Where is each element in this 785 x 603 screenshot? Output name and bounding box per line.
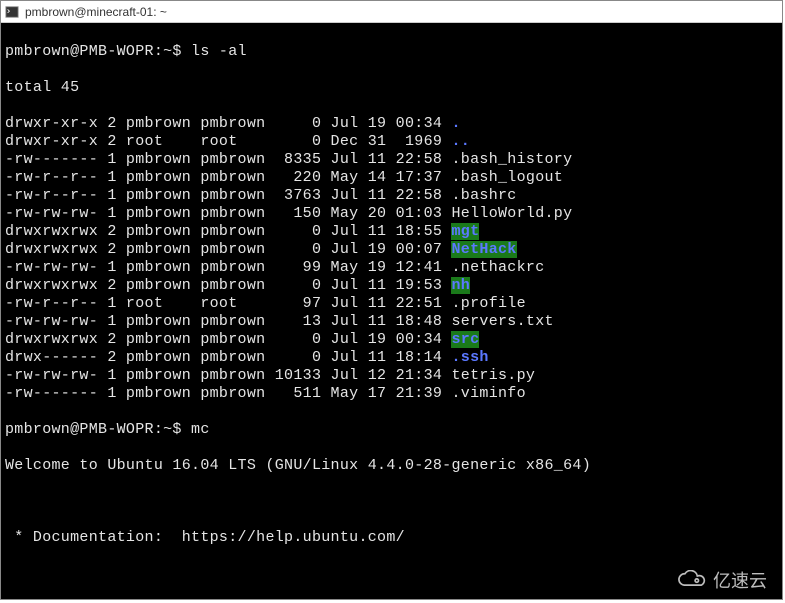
list-item: drwxrwxrwx 2 pmbrown pmbrown 0 Jul 11 18…	[5, 223, 778, 241]
file-meta: drwxrwxrwx 2 pmbrown pmbrown 0 Jul 19 00…	[5, 241, 451, 258]
list-item: -rw-rw-rw- 1 pmbrown pmbrown 10133 Jul 1…	[5, 367, 778, 385]
file-meta: drwxrwxrwx 2 pmbrown pmbrown 0 Jul 11 19…	[5, 277, 451, 294]
list-item: -rw-r--r-- 1 root root 97 Jul 11 22:51 .…	[5, 295, 778, 313]
file-meta: drwxr-xr-x 2 root root 0 Dec 31 1969	[5, 133, 451, 150]
blank-line	[5, 565, 778, 583]
list-item: -rw------- 1 pmbrown pmbrown 511 May 17 …	[5, 385, 778, 403]
motd-welcome: Welcome to Ubuntu 16.04 LTS (GNU/Linux 4…	[5, 457, 778, 475]
list-item: -rw-r--r-- 1 pmbrown pmbrown 3763 Jul 11…	[5, 187, 778, 205]
file-name: ..	[451, 133, 470, 150]
prompt-line: pmbrown@PMB-WOPR:~$ mc	[5, 421, 778, 439]
list-item: -rw-rw-rw- 1 pmbrown pmbrown 13 Jul 11 1…	[5, 313, 778, 331]
file-listing: drwxr-xr-x 2 pmbrown pmbrown 0 Jul 19 00…	[5, 115, 778, 403]
file-name: .ssh	[451, 349, 488, 366]
list-item: -rw------- 1 pmbrown pmbrown 8335 Jul 11…	[5, 151, 778, 169]
list-item: drwxr-xr-x 2 pmbrown pmbrown 0 Jul 19 00…	[5, 115, 778, 133]
command-text: mc	[191, 421, 210, 438]
list-item: -rw-rw-rw- 1 pmbrown pmbrown 150 May 20 …	[5, 205, 778, 223]
file-name: .viminfo	[451, 385, 525, 402]
list-item: drwxrwxrwx 2 pmbrown pmbrown 0 Jul 11 19…	[5, 277, 778, 295]
file-meta: drwxrwxrwx 2 pmbrown pmbrown 0 Jul 19 00…	[5, 331, 451, 348]
file-meta: drwxr-xr-x 2 pmbrown pmbrown 0 Jul 19 00…	[5, 115, 451, 132]
list-item: drwxr-xr-x 2 root root 0 Dec 31 1969 ..	[5, 133, 778, 151]
file-name: .bash_logout	[451, 169, 563, 186]
total-line: total 45	[5, 79, 778, 97]
file-name: nh	[451, 277, 470, 294]
prompt: pmbrown@PMB-WOPR:~$	[5, 421, 191, 438]
list-item: -rw-rw-rw- 1 pmbrown pmbrown 99 May 19 1…	[5, 259, 778, 277]
file-name: .bash_history	[451, 151, 572, 168]
file-name: .profile	[451, 295, 525, 312]
file-meta: -rw-rw-rw- 1 pmbrown pmbrown 150 May 20 …	[5, 205, 451, 222]
file-name: .	[451, 115, 460, 132]
file-name: tetris.py	[451, 367, 535, 384]
file-meta: -rw------- 1 pmbrown pmbrown 511 May 17 …	[5, 385, 451, 402]
terminal-body[interactable]: pmbrown@PMB-WOPR:~$ ls -al total 45 drwx…	[1, 23, 782, 599]
file-name: NetHack	[451, 241, 516, 258]
file-meta: -rw-r--r-- 1 pmbrown pmbrown 3763 Jul 11…	[5, 187, 451, 204]
file-name: .nethackrc	[451, 259, 544, 276]
blank-line	[5, 493, 778, 511]
prompt: pmbrown@PMB-WOPR:~$	[5, 43, 191, 60]
file-name: src	[451, 331, 479, 348]
file-name: HelloWorld.py	[451, 205, 572, 222]
file-meta: -rw-rw-rw- 1 pmbrown pmbrown 10133 Jul 1…	[5, 367, 451, 384]
file-name: mgt	[451, 223, 479, 240]
window-title: pmbrown@minecraft-01: ~	[25, 5, 167, 19]
file-name: servers.txt	[451, 313, 553, 330]
file-name: .bashrc	[451, 187, 516, 204]
file-meta: -rw-r--r-- 1 pmbrown pmbrown 220 May 14 …	[5, 169, 451, 186]
list-item: drwxrwxrwx 2 pmbrown pmbrown 0 Jul 19 00…	[5, 331, 778, 349]
file-meta: -rw-rw-rw- 1 pmbrown pmbrown 99 May 19 1…	[5, 259, 451, 276]
terminal-icon	[5, 5, 19, 19]
list-item: drwx------ 2 pmbrown pmbrown 0 Jul 11 18…	[5, 349, 778, 367]
list-item: -rw-r--r-- 1 pmbrown pmbrown 220 May 14 …	[5, 169, 778, 187]
file-meta: -rw-r--r-- 1 root root 97 Jul 11 22:51	[5, 295, 451, 312]
file-meta: -rw------- 1 pmbrown pmbrown 8335 Jul 11…	[5, 151, 451, 168]
file-meta: drwxrwxrwx 2 pmbrown pmbrown 0 Jul 11 18…	[5, 223, 451, 240]
terminal-window: pmbrown@minecraft-01: ~ pmbrown@PMB-WOPR…	[0, 0, 783, 600]
list-item: drwxrwxrwx 2 pmbrown pmbrown 0 Jul 19 00…	[5, 241, 778, 259]
file-meta: drwx------ 2 pmbrown pmbrown 0 Jul 11 18…	[5, 349, 451, 366]
command-text: ls -al	[191, 43, 247, 60]
motd-doc: * Documentation: https://help.ubuntu.com…	[5, 529, 778, 547]
prompt-line: pmbrown@PMB-WOPR:~$ ls -al	[5, 43, 778, 61]
file-meta: -rw-rw-rw- 1 pmbrown pmbrown 13 Jul 11 1…	[5, 313, 451, 330]
window-titlebar[interactable]: pmbrown@minecraft-01: ~	[1, 1, 782, 23]
